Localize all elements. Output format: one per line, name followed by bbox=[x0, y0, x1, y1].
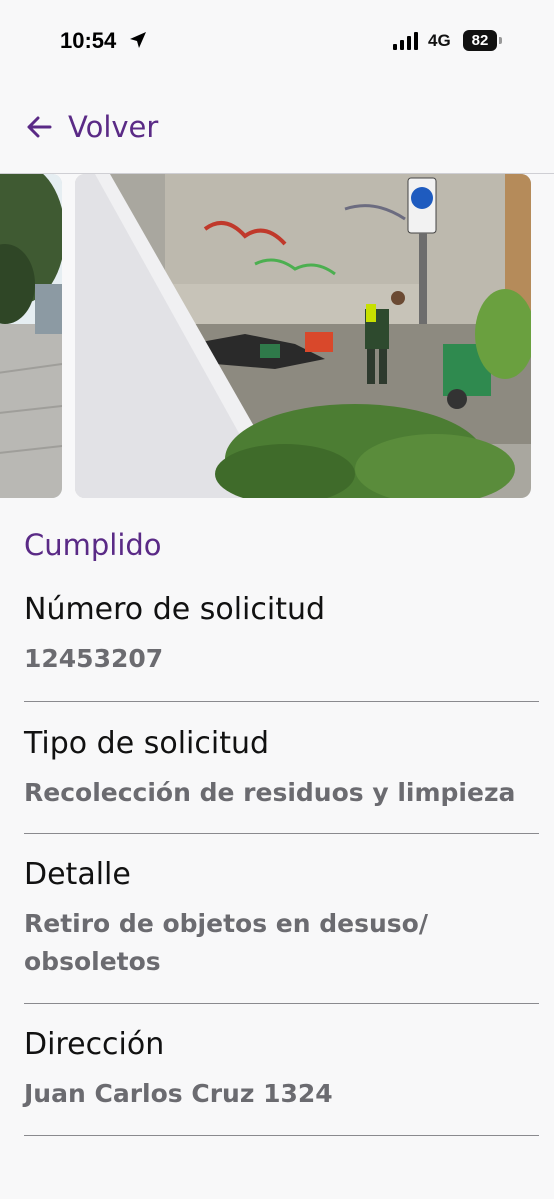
cellular-signal-icon bbox=[393, 32, 418, 50]
cleanup-photo-image bbox=[75, 174, 531, 498]
battery-indicator: 82 bbox=[463, 30, 497, 51]
status-bar: 10:54 4G 82 bbox=[0, 0, 554, 80]
request-type-value: Recolección de residuos y limpieza bbox=[24, 778, 516, 807]
battery-tip bbox=[499, 37, 502, 44]
request-number-label: Número de solicitud bbox=[24, 592, 326, 627]
request-type-label: Tipo de solicitud bbox=[24, 726, 270, 761]
request-address-value: Juan Carlos Cruz 1324 bbox=[24, 1079, 333, 1108]
back-label: Volver bbox=[68, 110, 159, 144]
request-status: Cumplido bbox=[24, 528, 162, 562]
arrow-left-icon bbox=[27, 116, 52, 138]
request-address-field: Dirección Juan Carlos Cruz 1324 bbox=[24, 1025, 539, 1136]
cleanup-photo[interactable] bbox=[75, 174, 531, 498]
request-number-value: 12453207 bbox=[24, 644, 164, 673]
location-arrow-icon bbox=[130, 32, 146, 48]
request-number-field: Número de solicitud 12453207 bbox=[24, 590, 539, 702]
street-photo[interactable] bbox=[0, 174, 62, 498]
back-button[interactable]: Volver bbox=[24, 102, 158, 152]
header-bar: Volver bbox=[0, 90, 554, 174]
request-detail-value: Retiro de objetos en desuso/ obsoletos bbox=[24, 909, 428, 976]
network-type: 4G bbox=[428, 31, 451, 50]
street-photo-image bbox=[0, 174, 62, 498]
request-address-label: Dirección bbox=[24, 1027, 165, 1062]
request-detail-field: Detalle Retiro de objetos en desuso/ obs… bbox=[24, 855, 539, 1004]
request-detail-label: Detalle bbox=[24, 857, 131, 892]
request-type-field: Tipo de solicitud Recolección de residuo… bbox=[24, 724, 539, 834]
photo-gallery[interactable] bbox=[0, 174, 554, 500]
status-time: 10:54 bbox=[60, 28, 117, 53]
